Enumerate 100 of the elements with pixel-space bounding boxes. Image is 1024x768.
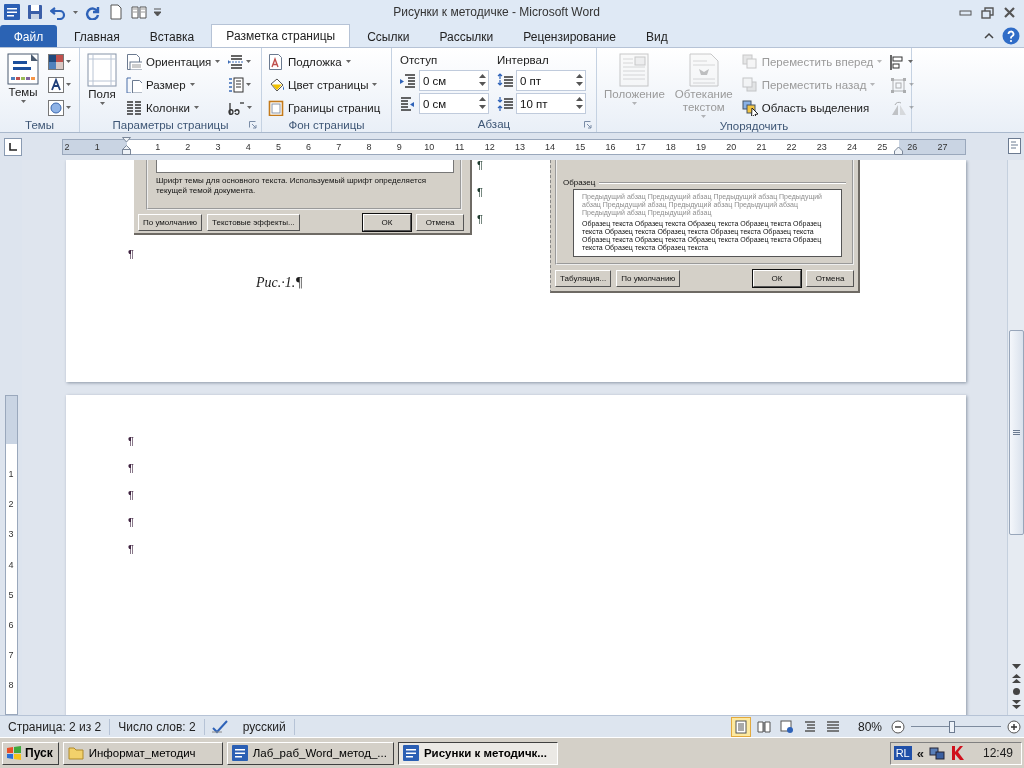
ribbon-tab[interactable]: Разметка страницы: [211, 24, 351, 47]
vertical-ruler[interactable]: 1 2 3 4 5 6 7 8: [4, 395, 18, 715]
show-hidden-icons-button[interactable]: «: [916, 745, 924, 761]
selection-pane-icon: [741, 99, 758, 116]
orientation-button[interactable]: Ориентация: [124, 51, 223, 72]
caret-icon: [909, 83, 915, 86]
theme-effects-button[interactable]: [46, 97, 73, 118]
customize-caret-icon[interactable]: [154, 7, 161, 17]
theme-colors-button[interactable]: [46, 51, 73, 72]
spacing-field[interactable]: 10 пт: [516, 93, 586, 114]
ruler-number: 4: [244, 141, 252, 152]
view-button[interactable]: [730, 716, 751, 737]
dialog-button[interactable]: По умолчанию: [616, 270, 681, 287]
ruler-toggle-icon[interactable]: [1008, 138, 1021, 154]
app-icon[interactable]: [4, 4, 20, 20]
dialog-button[interactable]: По умолчанию: [138, 214, 203, 231]
antivirus-icon[interactable]: [949, 745, 964, 761]
ribbon-tab[interactable]: Ссылки: [352, 25, 425, 47]
page-color-button[interactable]: Цвет страницы: [266, 74, 383, 95]
horizontal-ruler[interactable]: 2 1 1 2 3 4 5 6 7 8 9 10 11 12 13 14 15 16 17 18 19 20 21 22 23 24 25 26 27: [62, 138, 966, 155]
indent-marker-icon[interactable]: [122, 137, 131, 155]
window-title: Рисунки к методичке - Microsoft Word: [392, 5, 601, 19]
spinner-arrows-icon[interactable]: [479, 74, 486, 86]
themes-button[interactable]: Темы: [4, 51, 42, 118]
scroll-down-icon[interactable]: [1011, 664, 1021, 670]
taskbar-button[interactable]: Лаб_раб_Word_метод_...: [226, 741, 394, 765]
margins-button[interactable]: Поля: [84, 51, 120, 118]
book-icon[interactable]: [131, 4, 147, 20]
group-label: Абзац: [477, 118, 511, 130]
scroll-thumb[interactable]: [1008, 330, 1024, 535]
ribbon-tab[interactable]: Вид: [630, 25, 683, 47]
page-borders-button[interactable]: Границы страниц: [266, 97, 383, 118]
ribbon-tab[interactable]: Вставка: [134, 25, 210, 47]
word-count[interactable]: Число слов: 2: [116, 718, 205, 735]
size-button[interactable]: Размер: [124, 74, 223, 95]
restore-icon[interactable]: [981, 5, 994, 19]
group-label: Фон страницы: [288, 119, 365, 131]
close-icon[interactable]: [1003, 5, 1016, 19]
right-indent-marker-icon[interactable]: [894, 145, 903, 155]
browse-object-icon[interactable]: [1011, 687, 1021, 696]
redo-icon[interactable]: [85, 4, 101, 20]
new-document-icon[interactable]: [108, 4, 124, 20]
previous-page-icon[interactable]: [1011, 674, 1021, 683]
theme-fonts-icon: [48, 76, 64, 93]
collapse-ribbon-icon[interactable]: [984, 30, 994, 41]
selection-pane-button[interactable]: Область выделения: [739, 97, 885, 118]
help-icon[interactable]: [1002, 26, 1020, 45]
dialog-button[interactable]: ОК: [363, 214, 411, 231]
network-icon[interactable]: [928, 745, 945, 761]
tab-selector[interactable]: [4, 137, 22, 156]
watermark-button[interactable]: Подложка: [266, 51, 383, 72]
app-icon: [402, 745, 419, 761]
taskbar-button[interactable]: Рисунки к методичк...: [397, 741, 558, 765]
columns-button[interactable]: Колонки: [124, 97, 223, 118]
paragraph-mark: ¶: [128, 462, 134, 474]
scrollbar[interactable]: [1007, 160, 1024, 715]
zoom-out-icon[interactable]: [891, 719, 905, 734]
indent-field[interactable]: 0 см: [419, 70, 489, 91]
save-icon[interactable]: [27, 4, 43, 20]
wrap-text-icon: [688, 53, 719, 87]
spinner-arrows-icon[interactable]: [576, 74, 583, 86]
ruler-number: 22: [785, 141, 798, 152]
ribbon-tab[interactable]: Рассылки: [424, 25, 509, 47]
ruler-number: 1: [7, 468, 15, 482]
group-label: Параметры страницы: [112, 119, 229, 131]
ribbon-tab[interactable]: Рецензирование: [508, 25, 631, 47]
slider-thumb[interactable]: [949, 720, 956, 733]
indent-field[interactable]: 0 см: [419, 93, 489, 114]
dialog-launcher-icon[interactable]: [249, 121, 257, 129]
spacing-after-icon: [497, 95, 513, 112]
dialog-button[interactable]: Отмена: [806, 270, 854, 287]
spinner-arrows-icon[interactable]: [576, 97, 583, 109]
group-label: Темы: [25, 119, 54, 131]
paragraph-mark: ¶: [128, 435, 134, 447]
ribbon-tab[interactable]: Главная: [59, 25, 135, 47]
zoom-level[interactable]: 80%: [857, 719, 882, 734]
ruler-number: 17: [634, 141, 647, 152]
clock: 12:49: [982, 746, 1013, 760]
dialog-button[interactable]: Отмена: [416, 214, 464, 231]
taskbar-button[interactable]: Информат_методич: [62, 741, 223, 765]
zoom-slider[interactable]: [911, 720, 1001, 733]
next-page-icon[interactable]: [1011, 700, 1021, 709]
dialog-launcher-icon[interactable]: [584, 121, 592, 129]
spell-check-icon[interactable]: [210, 719, 229, 734]
page-count[interactable]: Страница: 2 из 2: [6, 718, 111, 735]
language-indicator[interactable]: RL: [893, 746, 912, 760]
themes-icon: [7, 53, 39, 85]
file-tab[interactable]: Файл: [0, 25, 57, 47]
language-indicator[interactable]: русский: [228, 718, 295, 735]
spinner-arrows-icon[interactable]: [479, 97, 486, 109]
theme-fonts-button[interactable]: [46, 74, 73, 95]
ruler-number: 2: [63, 141, 71, 152]
undo-icon[interactable]: [50, 4, 66, 20]
dialog-button[interactable]: Табуляция...: [555, 270, 612, 287]
caret-icon: [246, 60, 252, 63]
spacing-field[interactable]: 0 пт: [516, 70, 586, 91]
start-button[interactable]: Пуск: [2, 741, 59, 765]
dialog-button[interactable]: Текстовые эффекты...: [207, 214, 300, 231]
dialog-button[interactable]: ОК: [753, 270, 801, 287]
zoom-in-icon[interactable]: [1007, 719, 1021, 734]
